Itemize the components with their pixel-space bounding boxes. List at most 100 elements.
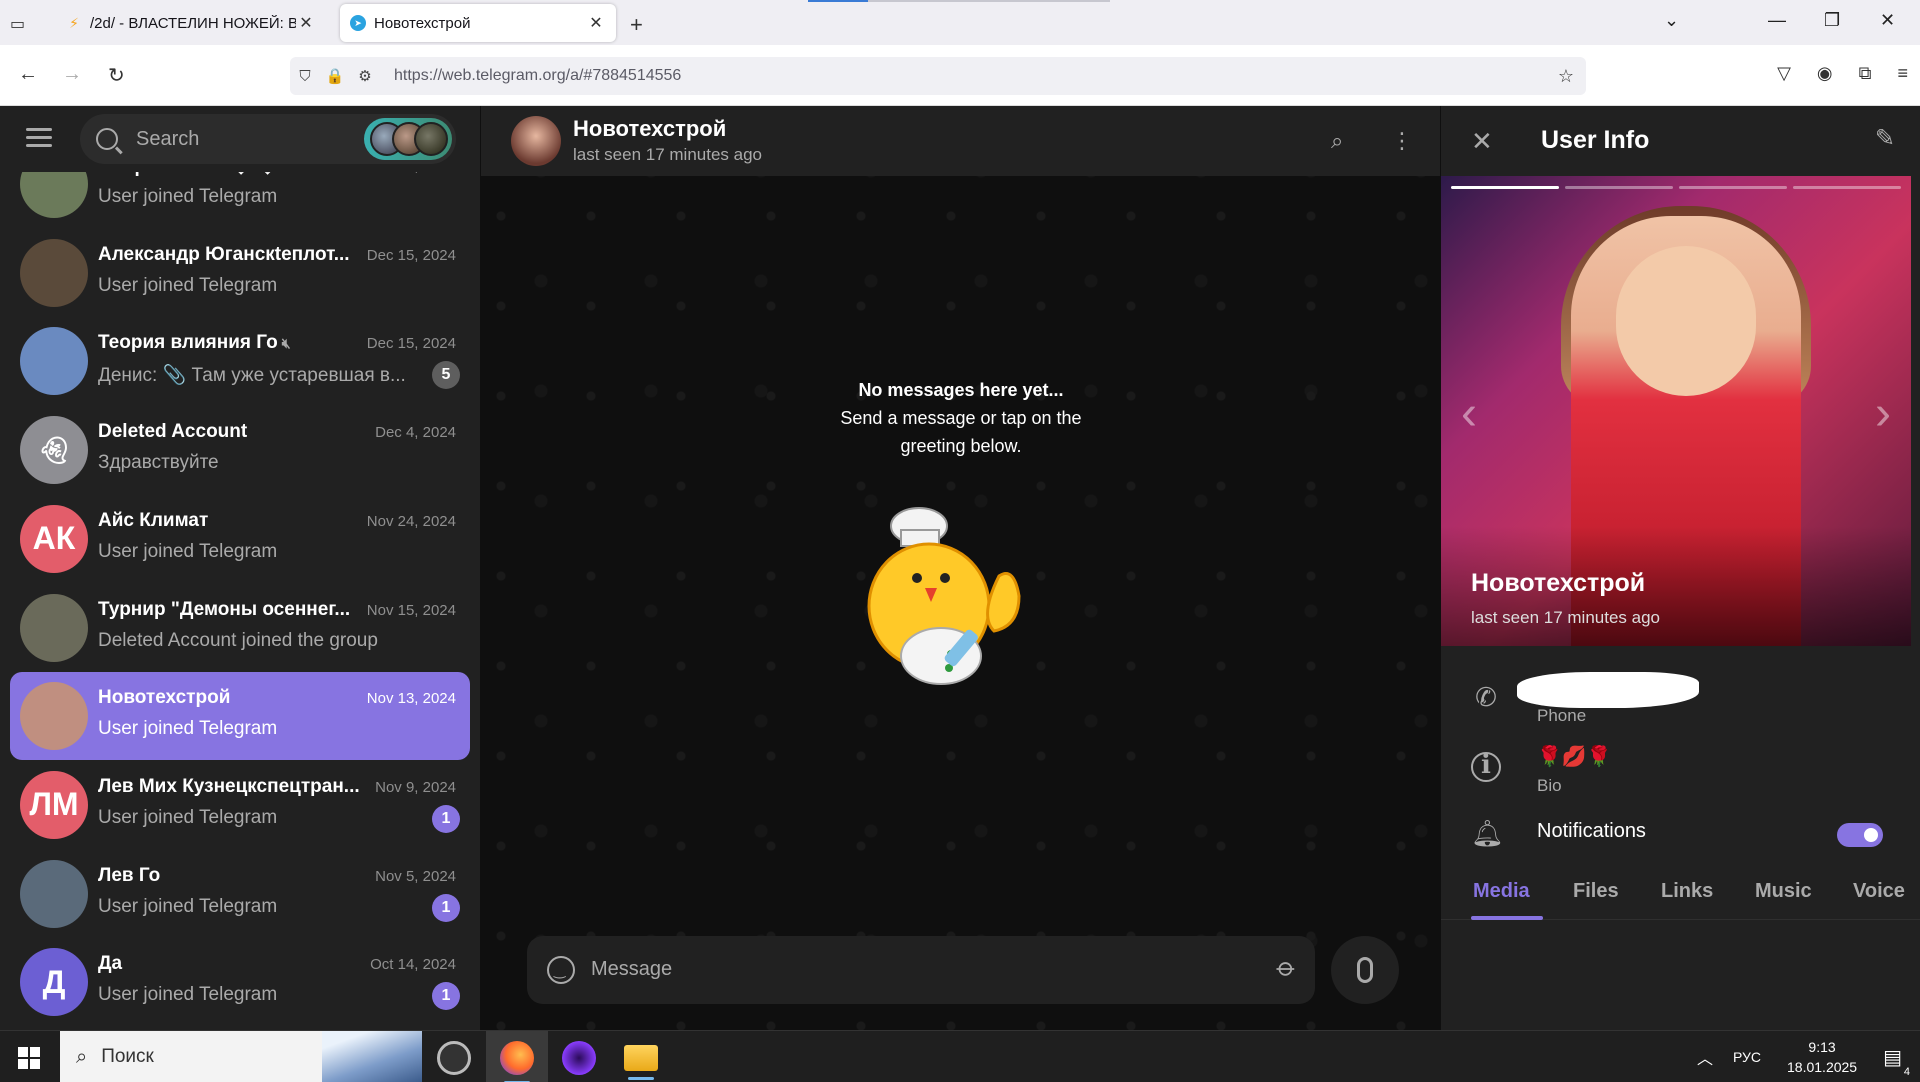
reload-button[interactable]: ↻ bbox=[108, 63, 125, 88]
tab-voice[interactable]: Voice bbox=[1853, 880, 1905, 903]
chat-preview: User joined Telegram bbox=[98, 895, 278, 917]
search-highlight-image bbox=[322, 1031, 422, 1082]
search-icon[interactable]: ⌕ bbox=[1331, 128, 1343, 154]
voice-record-button[interactable] bbox=[1331, 936, 1399, 1004]
chat-list-item[interactable]: АК Айс Климат Nov 24, 2024 User joined Tele… bbox=[10, 495, 470, 583]
telegram-icon: ➤ bbox=[350, 15, 366, 31]
chat-name: Да bbox=[98, 953, 368, 975]
taskbar-search-input[interactable]: ⌕ Поиск bbox=[60, 1031, 422, 1082]
notifications-row[interactable]: 🔔︎ Notifications bbox=[1441, 800, 1911, 870]
pocket-icon[interactable]: ▽ bbox=[1777, 63, 1791, 84]
browser-tab-imageboard[interactable]: ⚡ /2d/ - ВЛАСТЕЛИН НОЖЕЙ: ВСЕ ✕ bbox=[56, 4, 326, 42]
notifications-icon[interactable]: ▤ 4 bbox=[1883, 1045, 1910, 1078]
chat-avatar[interactable] bbox=[511, 116, 561, 166]
language-indicator[interactable]: РУС bbox=[1733, 1049, 1761, 1065]
chat-list-item[interactable]: Теория влияния Го 🔇︎ Dec 15, 2024 Денис: 📎 … bbox=[10, 317, 470, 405]
chat-name-text: Лев Мих Кузнецкспецтран... bbox=[98, 775, 360, 797]
notification-count: 4 bbox=[1903, 1065, 1910, 1078]
new-tab-button[interactable]: + bbox=[630, 12, 643, 38]
avatar bbox=[20, 682, 88, 751]
media-player-icon[interactable] bbox=[437, 1041, 471, 1075]
more-options-icon[interactable]: ⋮ bbox=[1391, 128, 1413, 154]
shared-media-tabs: Media Files Links Music Voice bbox=[1441, 870, 1920, 920]
close-tab-icon[interactable]: ✕ bbox=[586, 13, 606, 33]
url-bar[interactable]: ⛉ 🔒 ⚙ https://web.telegram.org/a/#788451… bbox=[290, 57, 1586, 95]
chat-list-item[interactable]: Лев Го Nov 5, 2024 User joined Telegram 1 bbox=[10, 850, 470, 938]
bio-row[interactable]: i 🌹💋🌹 Bio bbox=[1441, 734, 1911, 804]
bolt-icon: ⚡ bbox=[69, 14, 79, 31]
close-window-button[interactable]: ✕ bbox=[1880, 10, 1895, 31]
chat-list-item[interactable]: Новотехстрой Nov 13, 2024 User joined Tele… bbox=[10, 672, 470, 761]
previous-photo-icon[interactable]: ‹ bbox=[1461, 386, 1477, 441]
chat-list-item[interactable]: Турнир "Демоны осеннег... Nov 15, 2024 Del… bbox=[10, 584, 470, 672]
extensions-icon[interactable]: ⧉ bbox=[1859, 63, 1872, 84]
url-text[interactable]: https://web.telegram.org/a/#7884514556 bbox=[394, 67, 681, 85]
tab-overflow-icon[interactable]: ⌄ bbox=[1664, 10, 1679, 31]
next-photo-icon[interactable]: › bbox=[1875, 386, 1891, 441]
avatar bbox=[20, 327, 88, 396]
tray-overflow-icon[interactable]: ︿ bbox=[1697, 1045, 1713, 1069]
back-button[interactable]: ← bbox=[18, 63, 38, 86]
emoji-icon[interactable] bbox=[547, 956, 575, 984]
chat-panel: Новотехстрой last seen 17 minutes ago ⌕ … bbox=[481, 106, 1440, 1030]
restore-button[interactable]: ❐ bbox=[1824, 10, 1840, 31]
firefox-icon[interactable] bbox=[500, 1041, 534, 1082]
phone-row[interactable]: ✆ Phone bbox=[1441, 664, 1911, 734]
clock[interactable]: 9:13 18.01.2025 bbox=[1787, 1037, 1857, 1077]
edit-pencil-icon[interactable]: ✎ bbox=[1875, 124, 1895, 153]
greeting-sticker[interactable] bbox=[859, 506, 1059, 706]
file-explorer-icon[interactable] bbox=[624, 1045, 658, 1080]
chat-name-text: Александр Юганскteплот... bbox=[98, 243, 350, 265]
tab-links[interactable]: Links bbox=[1661, 880, 1713, 903]
chat-name: Теория влияния Го 🔇︎ bbox=[98, 332, 368, 354]
windows-start-icon[interactable] bbox=[18, 1047, 40, 1069]
chat-date: Nov 9, 2024 bbox=[375, 778, 456, 796]
hamburger-menu-icon[interactable] bbox=[26, 128, 52, 148]
lock-icon[interactable]: 🔒 bbox=[320, 67, 350, 85]
shield-icon[interactable]: ⛉ bbox=[290, 68, 320, 85]
chat-list-item[interactable]: ЛМ Лев Мих Кузнецкспецтран... Nov 9, 2024 U… bbox=[10, 761, 470, 849]
chat-preview: User joined Telegram bbox=[98, 540, 278, 562]
stories-ribbon[interactable] bbox=[364, 118, 452, 160]
clock-date: 18.01.2025 bbox=[1787, 1059, 1858, 1075]
tab-files[interactable]: Files bbox=[1573, 880, 1619, 903]
chat-list-item[interactable]: Д Да Oct 14, 2024 User joined Telegram 1 bbox=[10, 938, 470, 1026]
notifications-toggle[interactable] bbox=[1837, 823, 1883, 847]
message-composer[interactable]: Message ⌀ bbox=[527, 936, 1315, 1004]
chat-name-text: Deleted Account bbox=[98, 421, 248, 443]
minimize-button[interactable]: — bbox=[1768, 10, 1786, 31]
chat-date: Nov 5, 2024 bbox=[375, 867, 456, 885]
browser-tab-telegram[interactable]: ➤ Новотехстрой ✕ bbox=[340, 4, 616, 42]
chat-title[interactable]: Новотехстрой bbox=[573, 116, 726, 142]
app-menu-icon[interactable]: ≡ bbox=[1897, 63, 1908, 84]
chat-date: Oct 14, 2024 bbox=[370, 956, 456, 974]
empty-title: No messages here yet... bbox=[858, 380, 1064, 400]
notifications-label: Notifications bbox=[1537, 820, 1646, 842]
tab-music[interactable]: Music bbox=[1755, 880, 1812, 903]
chat-list-item[interactable]: 👻︎ Deleted Account Dec 4, 2024 Здравствуйте bbox=[10, 406, 470, 494]
system-tray: ︿ РУС 9:13 18.01.2025 ▤ 4 bbox=[1697, 1031, 1920, 1082]
loading-indicator bbox=[808, 0, 1110, 2]
message-input[interactable]: Message bbox=[591, 958, 672, 981]
account-icon[interactable]: ◉ bbox=[1817, 63, 1833, 84]
chat-date: Dec 15, 2024 bbox=[366, 246, 456, 264]
app-orb-icon[interactable] bbox=[562, 1041, 596, 1075]
list-all-tabs-icon[interactable]: ▭ bbox=[10, 14, 30, 33]
tab-title: Новотехстрой bbox=[374, 14, 471, 32]
unread-badge: 1 bbox=[432, 804, 460, 833]
permissions-icon[interactable]: ⚙ bbox=[350, 67, 380, 85]
chat-list-item[interactable]: Александр Юганскteплот... Dec 15, 2024 Use… bbox=[10, 229, 470, 317]
close-icon[interactable]: ✕ bbox=[1471, 126, 1493, 157]
forward-button[interactable]: → bbox=[62, 63, 82, 86]
tab-media[interactable]: Media bbox=[1473, 880, 1530, 903]
chat-header[interactable]: Новотехстрой last seen 17 minutes ago ⌕ … bbox=[481, 106, 1440, 176]
profile-photo[interactable]: ‹ › Новотехстрой last seen 17 minutes ag… bbox=[1441, 176, 1911, 646]
chat-list-column: Search Камран По Ма� �кса 46...Dec 20, 2… bbox=[0, 106, 481, 1030]
clock-time: 9:13 bbox=[1808, 1039, 1836, 1055]
search-input[interactable]: Search bbox=[80, 114, 456, 164]
close-tab-icon[interactable]: ✕ bbox=[296, 13, 316, 33]
attach-icon[interactable]: ⌀ bbox=[1271, 951, 1303, 984]
chat-date: Nov 13, 2024 bbox=[366, 690, 456, 708]
bookmark-star-icon[interactable]: ☆ bbox=[1558, 66, 1574, 87]
chat-name-text: Лев Го bbox=[98, 864, 161, 886]
